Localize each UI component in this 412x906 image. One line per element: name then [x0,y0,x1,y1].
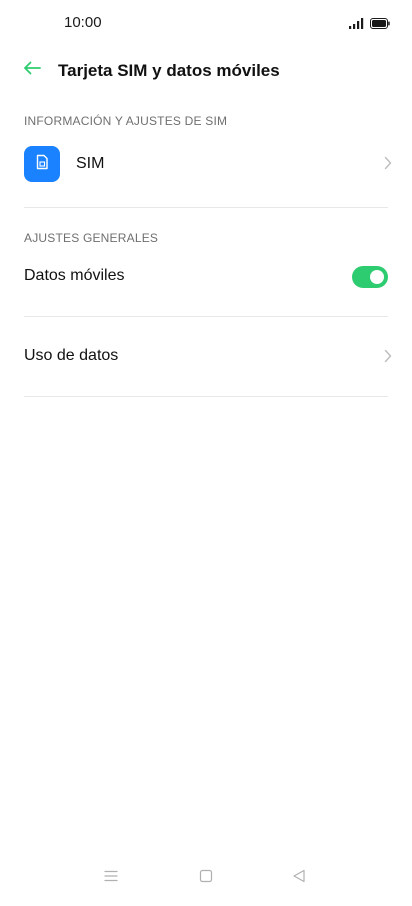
status-icons [349,16,390,34]
mobile-data-row[interactable]: Datos móviles [0,262,412,292]
page-title: Tarjeta SIM y datos móviles [58,61,280,80]
signal-icon [349,16,364,34]
divider [24,316,388,317]
system-nav-bar [0,850,412,906]
mobile-data-label: Datos móviles [24,267,125,284]
recent-apps-button[interactable] [97,864,125,892]
home-square-icon [199,869,213,888]
mobile-data-toggle[interactable] [352,266,388,288]
back-nav-button[interactable] [285,864,313,892]
divider [24,207,388,208]
status-time: 10:00 [64,14,102,31]
chevron-right-icon [384,156,392,175]
menu-icon [104,869,118,887]
app-header: Tarjeta SIM y datos móviles [0,50,412,92]
home-button[interactable] [192,864,220,892]
sim-card-icon [35,154,49,175]
arrow-left-icon [22,60,42,81]
sim-row-label: SIM [76,155,105,172]
data-usage-label: Uso de datos [24,347,119,364]
chevron-right-icon [384,349,392,368]
section-header-general: AJUSTES GENERALES [24,231,159,245]
toggle-knob [370,270,384,284]
status-bar: 10:00 [0,0,412,46]
battery-icon [370,16,390,34]
sim-row[interactable]: SIM [0,146,412,182]
section-header-sim-info: INFORMACIÓN Y AJUSTES DE SIM [24,114,228,128]
back-triangle-icon [292,869,306,888]
data-usage-row[interactable]: Uso de datos [0,340,412,374]
divider [24,396,388,397]
back-button[interactable] [18,58,46,82]
sim-card-icon-box [24,146,60,182]
